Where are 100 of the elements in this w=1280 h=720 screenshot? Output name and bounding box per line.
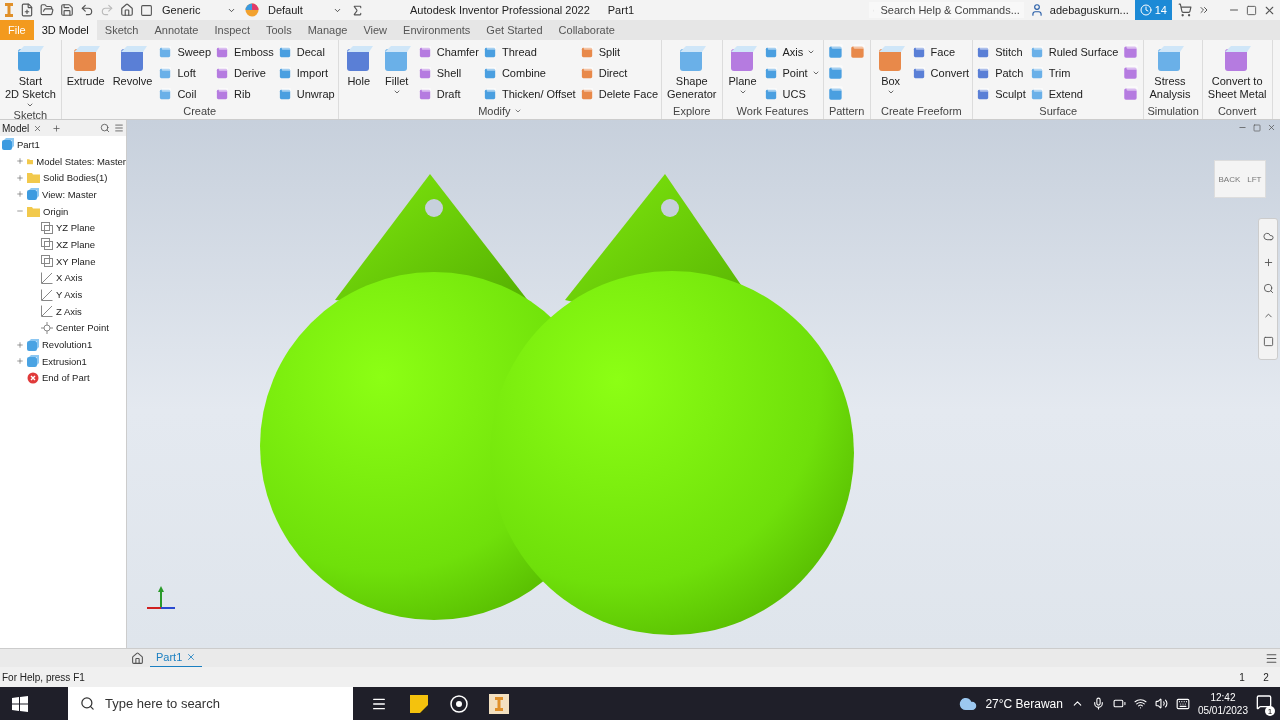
ribbon-tool[interactable]: Ruled Surface <box>1029 43 1119 61</box>
ribbon-tool[interactable]: Split <box>579 43 658 61</box>
ribbon-tool[interactable]: Revolve <box>110 43 155 103</box>
ribbon-tool[interactable]: Loft <box>158 64 212 82</box>
view-icon[interactable] <box>1262 336 1274 348</box>
ribbon-tool[interactable]: Unwrap <box>277 85 335 103</box>
tree-item[interactable]: Model States: Master <box>0 152 126 170</box>
weather-text[interactable]: 27°C Berawan <box>985 696 1063 711</box>
ribbon-tool[interactable]: Plane <box>725 43 760 103</box>
start-icon[interactable] <box>12 695 28 712</box>
ribbon-tool[interactable]: Emboss <box>215 43 274 61</box>
more-icon[interactable] <box>1198 4 1210 16</box>
search-icon[interactable] <box>100 123 110 133</box>
ribbon-tool[interactable]: Stress Analysis <box>1147 43 1193 102</box>
ribbon-tool[interactable]: Combine <box>482 64 576 82</box>
home-icon[interactable] <box>131 651 144 665</box>
ribbon-tool[interactable]: Sculpt <box>976 85 1026 103</box>
view-cube[interactable]: BACK LFT <box>1214 160 1266 198</box>
grid-icon[interactable] <box>140 3 153 17</box>
ribbon-tab[interactable]: Manage <box>299 20 356 40</box>
open-icon[interactable] <box>40 3 54 17</box>
tree-item[interactable]: End of Part <box>0 369 126 387</box>
ribbon-tool[interactable]: Start 2D Sketch <box>3 43 58 109</box>
notification-icon[interactable]: 1 <box>1256 694 1272 713</box>
save-icon[interactable] <box>60 3 74 17</box>
panel-title[interactable]: Modify <box>341 103 658 119</box>
ribbon-tool[interactable]: Sweep <box>158 43 212 61</box>
ribbon-tool[interactable]: Import <box>277 64 335 82</box>
tree-item[interactable]: Extrusion1 <box>0 352 126 370</box>
browser-tab[interactable]: Model <box>2 122 30 134</box>
ribbon-tool[interactable]: UCS <box>763 85 820 103</box>
tree-item[interactable]: Part1 <box>0 136 126 153</box>
plane-icon <box>41 255 53 268</box>
undo-icon[interactable] <box>80 3 94 17</box>
tree-item[interactable]: Z Axis <box>0 302 126 320</box>
part-icon <box>2 138 14 151</box>
zoom-icon[interactable] <box>1262 283 1274 295</box>
ribbon-tool[interactable]: Extend <box>1029 85 1119 103</box>
ribbon-tool[interactable]: Thicken/ Offset <box>482 85 576 103</box>
ribbon-tab[interactable]: Sketch <box>96 20 147 40</box>
new-icon[interactable] <box>20 3 34 17</box>
ribbon-tool[interactable]: Stitch <box>976 43 1026 61</box>
add-icon[interactable] <box>52 123 62 133</box>
ribbon-tool[interactable]: Extrude <box>64 43 107 103</box>
ribbon-tab[interactable]: 3D Model <box>33 20 97 40</box>
tool-icon <box>579 65 595 81</box>
ribbon-tool[interactable]: Point <box>763 64 820 82</box>
help-search-field[interactable]: Search Help & Commands... <box>868 2 1024 18</box>
ribbon-tool[interactable]: Derive <box>215 64 274 82</box>
ribbon-tool[interactable]: Trim <box>1029 64 1119 82</box>
tree-item[interactable]: Revolution1 <box>0 336 126 353</box>
clock[interactable]: 12:42 05/01/2023 <box>1197 690 1248 717</box>
ribbon-tool[interactable]: Direct <box>579 64 658 82</box>
ribbon-tool[interactable]: Coil <box>158 85 212 103</box>
ribbon-tool[interactable]: Hole <box>341 43 376 103</box>
tree-label: End of Part <box>42 372 90 384</box>
taskbar-search-field[interactable]: Type here to search <box>68 687 353 720</box>
tree-item[interactable]: Origin <box>0 202 126 220</box>
tree-item[interactable]: Y Axis <box>0 286 126 303</box>
ribbon-tool[interactable]: Shape Generator <box>665 43 719 102</box>
ribbon-tool[interactable]: Thread <box>482 43 576 61</box>
tree-item[interactable]: YZ Plane <box>0 219 126 237</box>
ribbon-tool[interactable]: Patch <box>976 64 1026 82</box>
notification-badge[interactable]: 14 <box>1134 0 1172 20</box>
ribbon-tab[interactable]: View <box>355 20 396 40</box>
close-icon[interactable] <box>1267 123 1276 132</box>
function-icon[interactable] <box>351 3 364 17</box>
restore-icon[interactable] <box>1246 4 1257 16</box>
ribbon-tab[interactable]: Annotate <box>146 20 207 40</box>
ribbon-tool[interactable]: Convert to Sheet Metal <box>1205 43 1269 102</box>
panel-title: Create <box>182 104 218 119</box>
tool-icon <box>579 44 595 60</box>
tree-item[interactable]: View: Master <box>0 186 126 203</box>
user-name[interactable]: adebaguskurn... <box>1049 4 1129 16</box>
tree-item[interactable]: X Axis <box>0 269 126 287</box>
menu-icon[interactable] <box>1265 651 1278 665</box>
ribbon-tab[interactable]: Inspect <box>206 20 258 40</box>
ribbon-tab[interactable]: Get Started <box>478 20 551 40</box>
ribbon-tool[interactable]: Draft <box>417 85 479 103</box>
ribbon-tool[interactable]: Convert <box>911 64 970 82</box>
ribbon-tab[interactable]: Collaborate <box>550 20 623 40</box>
home-icon[interactable] <box>120 3 134 17</box>
cart-icon[interactable] <box>1178 3 1192 17</box>
ribbon-tool[interactable]: Axis <box>763 43 820 61</box>
tree-item[interactable]: Center Point <box>0 319 126 337</box>
ribbon-tab[interactable]: Environments <box>395 20 479 40</box>
tree-item[interactable]: XZ Plane <box>0 236 126 253</box>
ribbon-tab[interactable]: Tools <box>257 20 300 40</box>
ribbon-tool[interactable]: Fillet <box>379 43 414 103</box>
ribbon-tool[interactable]: Box <box>873 43 908 102</box>
close-icon[interactable] <box>33 123 43 133</box>
ribbon-tool[interactable]: Decal <box>277 43 335 61</box>
ribbon-tool[interactable]: Chamfer <box>417 43 479 61</box>
ribbon-tool[interactable]: Rib <box>215 85 274 103</box>
tree-item[interactable]: Solid Bodies(1) <box>0 169 126 187</box>
ribbon-tool[interactable]: Face <box>911 43 970 61</box>
close-icon[interactable] <box>186 652 197 662</box>
tree-item[interactable]: XY Plane <box>0 252 126 270</box>
ribbon-tool[interactable]: Delete Face <box>579 85 658 103</box>
ribbon-tool[interactable]: Shell <box>417 64 479 82</box>
